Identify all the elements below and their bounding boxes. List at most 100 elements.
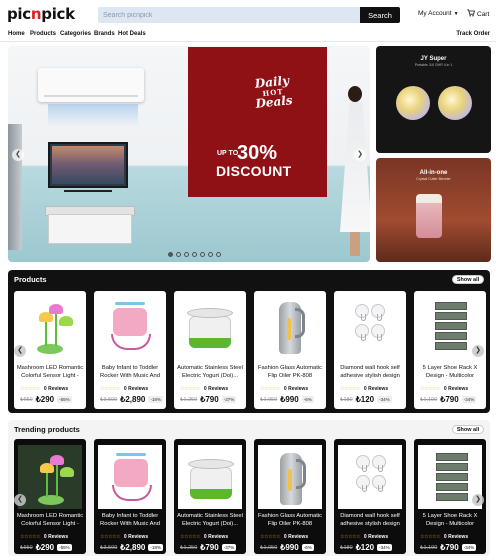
track-order-link[interactable]: Track Order: [456, 31, 490, 37]
hero-carousel[interactable]: Daily HOT Deals UP TO 30% DISCOUNT ❮ ❯: [8, 46, 370, 262]
product-name: Baby Infant to Toddler Rocker With Music…: [100, 365, 160, 379]
search-button[interactable]: Search: [360, 7, 400, 23]
logo-part-pick: pick: [41, 5, 75, 23]
yogurt-maker-lid: [187, 308, 233, 318]
nav-home[interactable]: Home: [8, 31, 25, 37]
old-price: ₺1,250: [180, 396, 198, 403]
discount-badge: -37%: [221, 396, 237, 403]
current-price: ₺2,890: [120, 395, 146, 404]
product-rating: ☆☆☆☆☆ 0 Reviews: [20, 386, 68, 392]
carousel-dot[interactable]: [208, 252, 213, 257]
product-image: [98, 445, 162, 509]
product-card[interactable]: Diamond wall hook self adhesive stylish …: [334, 439, 406, 554]
review-count: 0 Reviews: [123, 386, 149, 392]
chevron-left-icon[interactable]: ❮: [14, 494, 26, 506]
search-bar: Search: [98, 7, 400, 23]
product-name: Automatic Stainless Steel Electric Yogur…: [177, 365, 243, 379]
carousel-dot[interactable]: [192, 252, 197, 257]
product-card[interactable]: Baby Infant to Toddler Rocker With Music…: [94, 291, 166, 409]
nav-products[interactable]: Products: [30, 31, 56, 37]
cart-link[interactable]: Cart: [467, 9, 489, 19]
old-price: ₺3,500: [100, 396, 118, 403]
product-card[interactable]: Diamond wall hook self adhesive stylish …: [334, 291, 406, 409]
nav-hot-deals[interactable]: Hot Deals: [118, 31, 146, 37]
current-price: ₺990: [280, 395, 299, 404]
yogurt-maker-lid: [188, 459, 234, 469]
product-card[interactable]: Fashion Glass Automatic Flip Oiler PK-80…: [254, 291, 326, 409]
product-name: Automatic Stainless Steel Electric Yogur…: [177, 513, 243, 527]
promo-discount: DISCOUNT: [216, 163, 292, 179]
current-price: ₺290: [35, 395, 55, 404]
discount-badge: -55%: [57, 396, 72, 403]
rack-level: [435, 312, 467, 320]
product-rating: ☆☆☆☆☆ 0 Reviews: [340, 534, 388, 540]
chevron-left-icon[interactable]: ❮: [12, 149, 24, 161]
chevron-left-icon[interactable]: ❮: [14, 345, 26, 357]
product-rating: ☆☆☆☆☆ 0 Reviews: [100, 534, 148, 540]
star-icons: ☆☆☆☆☆: [100, 534, 120, 540]
logo-part-pic: pic: [7, 5, 31, 23]
show-all-button[interactable]: Show all: [452, 275, 484, 284]
nav-brands[interactable]: Brands: [94, 31, 115, 37]
chevron-right-icon[interactable]: ❯: [354, 149, 366, 161]
carousel-dot[interactable]: [216, 252, 221, 257]
oiler-handle: [296, 459, 306, 489]
carousel-dot[interactable]: [200, 252, 205, 257]
product-card[interactable]: Fashion Glass Automatic Flip Oiler PK-80…: [254, 439, 326, 554]
review-count: 0 Reviews: [363, 534, 389, 540]
current-price: ₺990: [280, 543, 299, 552]
chevron-down-icon: ▼: [453, 10, 459, 17]
logo-part-n: n: [30, 5, 42, 23]
nav-categories[interactable]: Categories: [60, 31, 91, 37]
review-count: 0 Reviews: [443, 534, 469, 540]
old-price: ₺1,190: [420, 396, 438, 403]
star-icons: ☆☆☆☆☆: [420, 534, 440, 540]
product-rating: ☆☆☆☆☆ 0 Reviews: [180, 534, 228, 540]
product-card[interactable]: Automatic Stainless Steel Electric Yogur…: [174, 291, 246, 409]
discount-badge: -34%: [461, 544, 477, 551]
chopper-image: [416, 194, 442, 238]
price-row: ₺180 ₺120 -34%: [340, 543, 392, 552]
side-banner-blender[interactable]: JY Super Portable JUI GHR 4 in 1: [376, 46, 491, 153]
lamp-stem: [46, 469, 48, 497]
section-title: Trending products: [14, 425, 80, 434]
rack-level: [435, 342, 467, 350]
section-title: Products: [14, 275, 47, 284]
side-banner-title: All-in-one: [419, 170, 448, 176]
lamp-cap: [60, 467, 74, 477]
lamp-cap: [49, 304, 63, 314]
price-row: ₺1,250 ₺790 -37%: [180, 543, 237, 552]
discount-badge: -18%: [148, 396, 163, 403]
site-logo[interactable]: picnpick: [7, 5, 75, 23]
chevron-right-icon[interactable]: ❯: [472, 345, 484, 357]
product-image: [177, 294, 243, 360]
product-image: [178, 445, 242, 509]
star-icons: ☆☆☆☆☆: [20, 386, 40, 392]
my-account-label: My Account: [418, 10, 452, 17]
review-count: 0 Reviews: [283, 386, 309, 392]
show-all-button[interactable]: Show all: [452, 425, 484, 434]
wall-hook: [372, 475, 386, 492]
side-banner-subtitle: Portable JUI GHR 4 in 1: [414, 63, 453, 67]
product-name: Diamond wall hook self adhesive stylish …: [340, 365, 400, 379]
carousel-dot[interactable]: [168, 252, 173, 257]
side-banner-chopper[interactable]: All-in-one Crystal Cutter Blender: [376, 158, 491, 262]
product-card[interactable]: Automatic Stainless Steel Electric Yogur…: [174, 439, 246, 554]
review-count: 0 Reviews: [283, 534, 309, 540]
price-row: ₺1,190 ₺790 -34%: [420, 543, 477, 552]
model-dress: [340, 102, 370, 232]
chevron-right-icon[interactable]: ❯: [472, 494, 484, 506]
old-price: ₺180: [340, 396, 353, 403]
search-input[interactable]: [98, 7, 360, 23]
oiler-window: [287, 318, 291, 340]
lamp-stem: [45, 318, 47, 346]
product-card[interactable]: Baby Infant to Toddler Rocker With Music…: [94, 439, 166, 554]
carousel-dot[interactable]: [184, 252, 189, 257]
rack-level: [436, 463, 468, 471]
my-account-menu[interactable]: My Account ▼: [418, 10, 459, 17]
old-price: ₺1,050: [260, 396, 278, 403]
freezer-image: [48, 214, 132, 244]
promo-up-to: UP TO: [217, 150, 239, 157]
carousel-dot[interactable]: [176, 252, 181, 257]
rocker-toy-bar: [116, 453, 146, 456]
